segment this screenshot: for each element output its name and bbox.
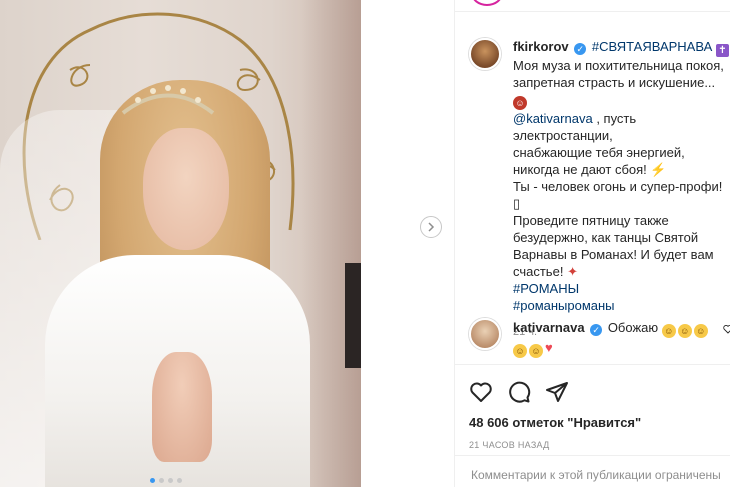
author-username[interactable]: fkirkorov (513, 39, 569, 54)
commenter-username[interactable]: kativarnava (513, 320, 585, 335)
likes-count[interactable]: 48 606 отметок "Нравится" (469, 415, 717, 430)
verified-badge-icon: ✓ (574, 43, 587, 55)
cross-emoji-icon: ✝ (715, 44, 729, 57)
author-avatar[interactable] (469, 38, 501, 70)
laughing-emoji-icon: ☺ (513, 344, 527, 358)
carousel-dot-active (150, 478, 155, 483)
speech-bubble-icon[interactable] (507, 380, 531, 404)
comment-text: kativarnava ✓ Обожаю ☺ ☺ ☺ ☺ ☺ ♥ (513, 318, 725, 358)
caption-line: снабжающие тебя энергией, (513, 145, 685, 160)
header-avatar[interactable] (471, 0, 503, 6)
laughing-emoji-icon: ☺ (661, 324, 676, 338)
media-pane (0, 0, 454, 487)
post-header-strip (455, 0, 730, 12)
caption-line: Варнавы в Романах! И будет вам (513, 247, 714, 262)
paper-plane-icon[interactable] (545, 380, 569, 404)
caption-line: Моя муза и похитительница покоя, (513, 58, 724, 73)
comment-item: kativarnava ✓ Обожаю ☺ ☺ ☺ ☺ ☺ ♥ (469, 318, 730, 358)
caption-line: Проведите пятницу также (513, 213, 669, 228)
laughing-emoji-icon: ☺ (677, 324, 692, 338)
action-icons-row (469, 379, 717, 405)
background-object (345, 263, 361, 368)
comment-body: Обожаю (607, 320, 659, 335)
commenter-avatar[interactable] (469, 318, 501, 350)
carousel-dot (177, 478, 182, 483)
hashtag-link[interactable]: #РОМАНЫ (513, 281, 579, 296)
caption-line: запретная страсть и искушение... (513, 75, 716, 90)
carousel-next-button[interactable] (420, 216, 442, 238)
hashtag-title[interactable]: #СВЯТАЯВАРНАВА (592, 39, 712, 54)
caption-line: никогда не дают сбоя! (513, 162, 647, 177)
rocket-emoji-icon: ✦ (567, 264, 578, 279)
chevron-right-icon (428, 222, 435, 232)
heart-outline-icon[interactable] (469, 380, 493, 404)
crown-decoration (121, 85, 215, 115)
comment-like-heart-icon[interactable] (723, 324, 730, 334)
post-caption: fkirkorov ✓ #СВЯТАЯВАРНАВА ✝ Моя муза и … (469, 38, 730, 341)
caption-line: счастье! (513, 264, 564, 279)
lightning-emoji-icon: ⚡ (650, 162, 667, 177)
carousel-indicator (150, 478, 182, 483)
caption-text: fkirkorov ✓ #СВЯТАЯВАРНАВА ✝ Моя муза и … (513, 38, 730, 341)
verified-badge-icon: ✓ (590, 324, 603, 336)
carousel-dot (159, 478, 164, 483)
hashtag-link[interactable]: #романыроманы (513, 298, 615, 313)
post-sidebar: fkirkorov ✓ #СВЯТАЯВАРНАВА ✝ Моя муза и … (454, 0, 730, 487)
post-timestamp: 21 ЧАСОВ НАЗАД (469, 440, 550, 450)
red-heart-emoji-icon: ♥ (545, 340, 553, 355)
caption-line: безудержно, как танцы Святой (513, 230, 699, 245)
caption-line: Ты - человек огонь и супер-профи! (513, 179, 723, 194)
praying-hands (152, 352, 212, 462)
devil-emoji-icon: ☺ (513, 96, 527, 110)
post-photo[interactable] (0, 0, 361, 487)
laughing-emoji-icon: ☺ (693, 324, 708, 338)
photo-background (301, 0, 361, 487)
comments-restricted-notice: Комментарии к этой публикации ограничены (455, 455, 730, 487)
mention-link[interactable]: @kativarnava (513, 111, 593, 126)
carousel-dot (168, 478, 173, 483)
face (143, 128, 229, 250)
post-actions: 48 606 отметок "Нравится" 21 ЧАСОВ НАЗАД (455, 364, 730, 450)
laughing-emoji-icon: ☺ (529, 344, 543, 358)
missing-glyph-icon: ▯ (513, 196, 521, 211)
